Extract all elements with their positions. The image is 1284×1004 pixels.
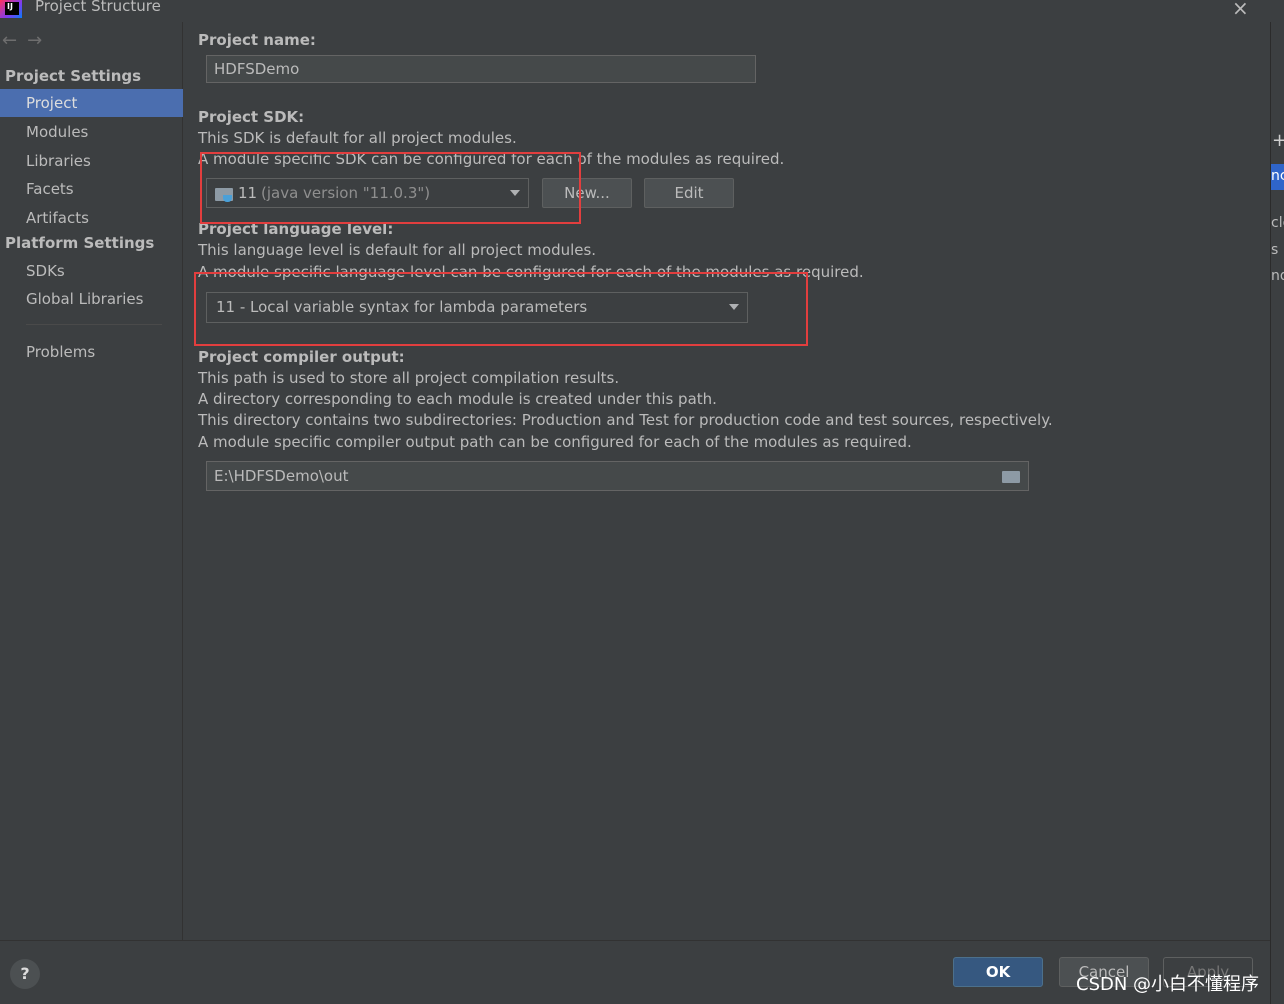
help-icon[interactable]: ? bbox=[10, 959, 40, 989]
text-fragment: nc bbox=[1271, 168, 1284, 184]
intellij-app-icon: IJ bbox=[0, 0, 22, 18]
background-window-strip: + nc cle s nd u bbox=[1270, 22, 1284, 1004]
csdn-watermark: CSDN @小白不懂程序 bbox=[1076, 974, 1260, 995]
output-description-1: This path is used to store all project c… bbox=[198, 369, 620, 387]
output-path-value: E:\HDFSDemo\out bbox=[214, 467, 349, 485]
platform-settings-heading: Platform Settings bbox=[5, 234, 155, 252]
sdk-highlight-box bbox=[200, 152, 581, 224]
sidebar-item-facets[interactable]: Facets bbox=[0, 175, 183, 203]
text-fragment: cle bbox=[1271, 215, 1284, 231]
text-fragment: s bbox=[1271, 242, 1279, 258]
sdk-description-1: This SDK is default for all project modu… bbox=[198, 129, 517, 147]
output-description-3: This directory contains two subdirectori… bbox=[198, 411, 1053, 429]
nav-arrows: ← → bbox=[2, 30, 52, 51]
language-description-1: This language level is default for all p… bbox=[198, 241, 597, 259]
sidebar-item-project[interactable]: Project bbox=[0, 89, 183, 117]
sidebar: ← → Project Settings Project Modules Libr… bbox=[0, 22, 183, 940]
sidebar-item-libraries[interactable]: Libraries bbox=[0, 147, 183, 175]
compiler-output-path-input[interactable]: E:\HDFSDemo\out bbox=[206, 461, 1029, 491]
sidebar-item-problems[interactable]: Problems bbox=[0, 338, 183, 366]
project-name-input[interactable]: HDFSDemo bbox=[206, 55, 756, 83]
title-bar: IJ Project Structure × bbox=[0, 0, 1284, 22]
compiler-output-label: Project compiler output: bbox=[198, 348, 405, 366]
browse-folder-icon[interactable] bbox=[1002, 471, 1020, 483]
sidebar-item-sdks[interactable]: SDKs bbox=[0, 257, 183, 285]
add-icon: + bbox=[1272, 130, 1284, 151]
sidebar-item-modules[interactable]: Modules bbox=[0, 118, 183, 146]
edit-sdk-button[interactable]: Edit bbox=[644, 178, 734, 208]
back-arrow-icon[interactable]: ← bbox=[2, 30, 17, 51]
output-description-4: A module specific compiler output path c… bbox=[198, 433, 912, 451]
project-settings-panel: Project name: HDFSDemo Project SDK: This… bbox=[184, 22, 1270, 940]
text-fragment: nd bbox=[1271, 268, 1284, 284]
language-level-highlight-box bbox=[194, 272, 808, 346]
output-description-2: A directory corresponding to each module… bbox=[198, 390, 717, 408]
window-title: Project Structure bbox=[35, 0, 161, 15]
close-icon[interactable]: × bbox=[1232, 0, 1249, 20]
ok-button[interactable]: OK bbox=[953, 957, 1043, 987]
sidebar-item-artifacts[interactable]: Artifacts bbox=[0, 204, 183, 232]
forward-arrow-icon[interactable]: → bbox=[27, 30, 42, 51]
sidebar-item-global-libraries[interactable]: Global Libraries bbox=[0, 285, 183, 313]
sidebar-divider bbox=[26, 324, 162, 325]
project-sdk-label: Project SDK: bbox=[198, 108, 305, 126]
project-name-label: Project name: bbox=[198, 31, 316, 49]
project-settings-heading: Project Settings bbox=[5, 67, 142, 85]
